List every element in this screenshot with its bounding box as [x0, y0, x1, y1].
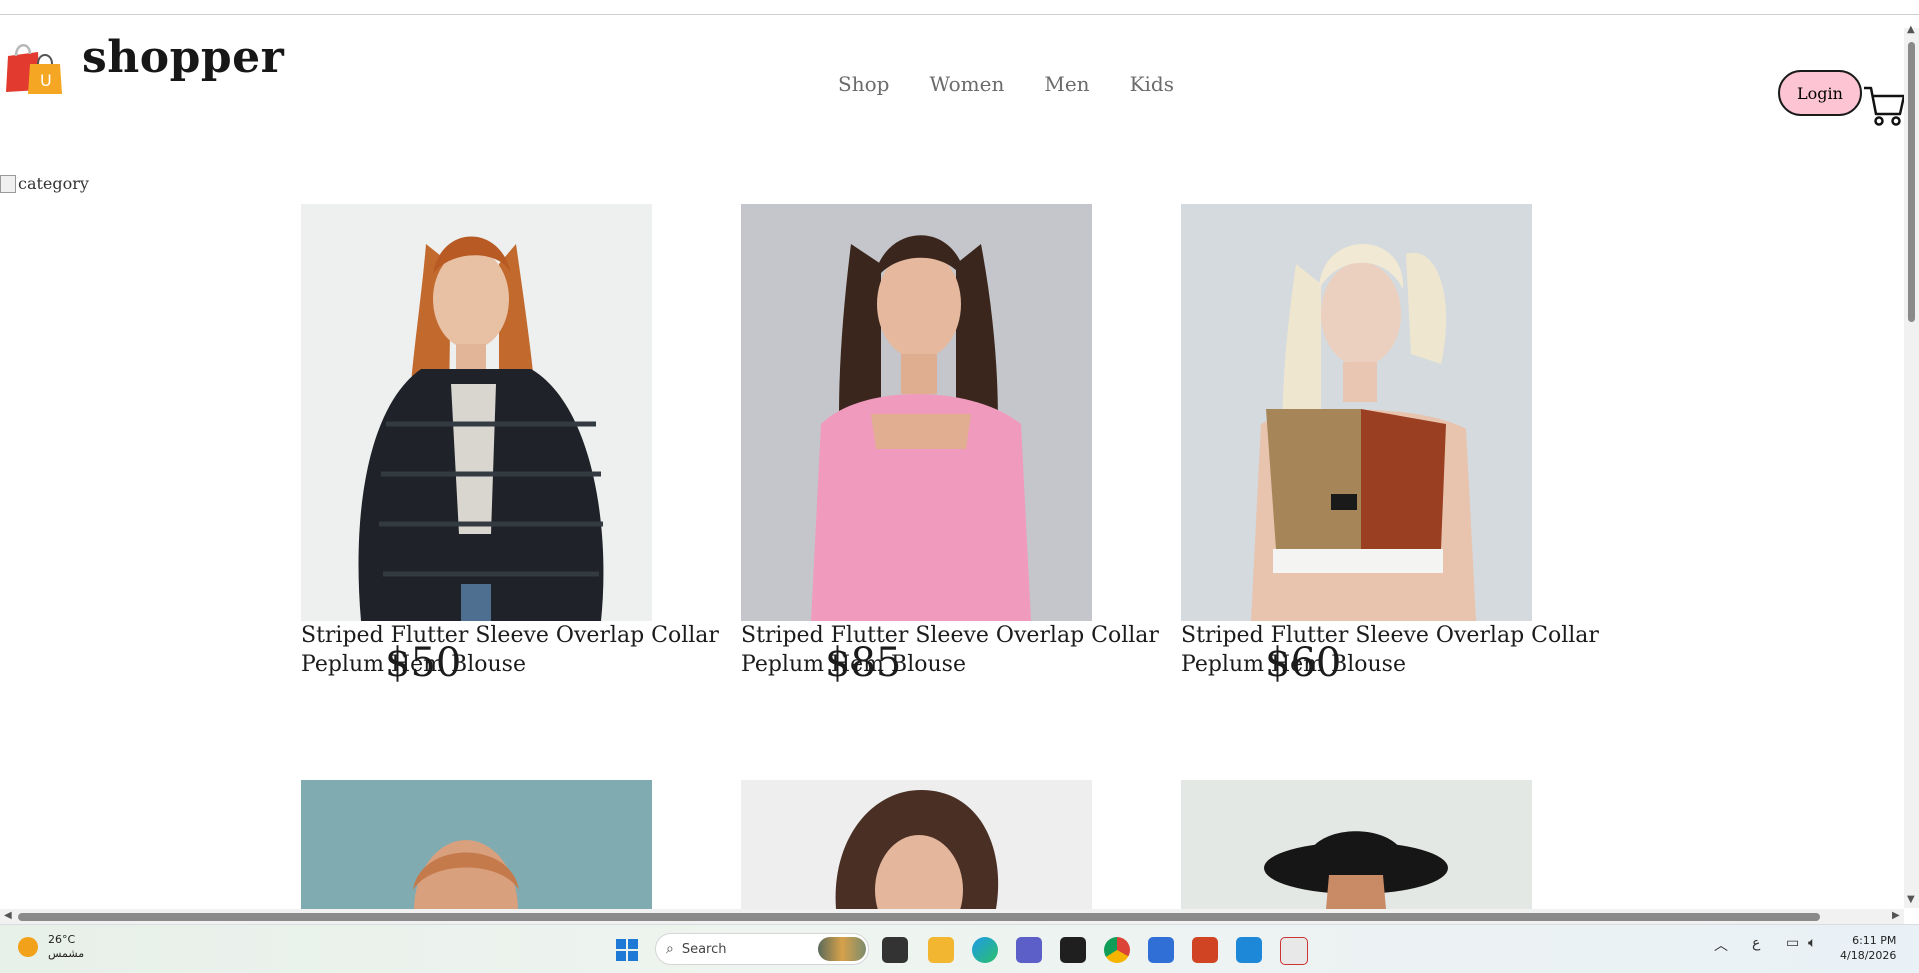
snipping-tool-icon[interactable] — [1280, 937, 1308, 965]
nav-item-shop[interactable]: Shop — [838, 72, 889, 96]
scroll-up-arrow-icon[interactable]: ▲ — [1907, 24, 1915, 35]
product-price: $50 — [385, 640, 462, 686]
taskbar-search[interactable]: ⌕ Search — [655, 933, 869, 965]
vertical-scroll-thumb[interactable] — [1908, 42, 1915, 322]
product-card[interactable]: Striped Flutter Sleeve Overlap Collar Pe… — [301, 204, 721, 686]
teams-icon[interactable] — [1016, 937, 1042, 963]
input-language-indicator[interactable]: ع — [1752, 935, 1760, 951]
scroll-down-arrow-icon[interactable]: ▼ — [1907, 894, 1915, 905]
product-name[interactable]: Striped Flutter Sleeve Overlap Collar Pe… — [1181, 621, 1601, 679]
powerpoint-icon[interactable] — [1192, 937, 1218, 963]
clock-date: 4/18/2026 — [1840, 949, 1897, 962]
product-image[interactable] — [301, 204, 652, 621]
sun-icon — [18, 937, 38, 957]
weather-temperature: 26°C — [48, 933, 76, 946]
show-hidden-icons-chevron-icon[interactable]: ︿ — [1714, 935, 1728, 955]
system-clock[interactable]: 6:11 PM 4/18/2026 — [1840, 933, 1896, 963]
weather-widget[interactable]: 26°C مشمس — [18, 933, 84, 961]
scroll-left-arrow-icon[interactable]: ◀ — [4, 910, 12, 921]
cart-icon[interactable] — [1862, 84, 1906, 128]
model-photo-pink-top — [741, 204, 1092, 621]
model-photo-row2-1 — [301, 780, 652, 909]
product-card[interactable]: Striped Flutter Sleeve Overlap Collar Pe… — [1181, 204, 1601, 686]
horizontal-scroll-thumb[interactable] — [18, 913, 1820, 921]
nav-item-men[interactable]: Men — [1044, 72, 1089, 96]
nav-item-women[interactable]: Women — [929, 72, 1004, 96]
product-card[interactable] — [1181, 780, 1601, 909]
weather-description: مشمس — [48, 947, 85, 960]
vertical-scrollbar[interactable]: ▲ ▼ — [1904, 24, 1919, 908]
category-banner-alt: category — [18, 174, 89, 193]
file-explorer-icon[interactable] — [928, 937, 954, 963]
taskbar-search-label: Search — [681, 941, 727, 957]
product-price: $60 — [1265, 640, 1342, 686]
login-button[interactable]: Login — [1778, 70, 1862, 116]
network-icon[interactable]: ▭ — [1786, 935, 1799, 951]
model-photo-fur-jacket — [301, 204, 652, 621]
main-nav: Shop Women Men Kids — [838, 72, 1174, 96]
nav-item-kids[interactable]: Kids — [1130, 72, 1174, 96]
task-view-icon[interactable] — [882, 937, 908, 963]
product-image[interactable] — [1181, 780, 1532, 909]
windows-start-icon[interactable] — [616, 939, 638, 961]
broken-image-icon — [0, 174, 16, 193]
category-banner-image: category — [0, 174, 89, 193]
product-price: $85 — [825, 640, 902, 686]
volume-icon[interactable]: 🔈︎ — [1808, 935, 1816, 951]
site-logo-text[interactable]: shopper — [82, 32, 284, 83]
product-image[interactable] — [741, 780, 1092, 909]
terminal-icon[interactable] — [1060, 937, 1086, 963]
product-image[interactable] — [1181, 204, 1532, 621]
search-highlight-image — [818, 937, 866, 961]
product-name[interactable]: Striped Flutter Sleeve Overlap Collar Pe… — [301, 621, 721, 679]
model-photo-row2-3 — [1181, 780, 1532, 909]
site-header: U shopper Shop Women Men Kids Login — [0, 14, 1906, 134]
product-image[interactable] — [741, 204, 1092, 621]
clock-time: 6:11 PM — [1852, 934, 1897, 947]
search-icon: ⌕ — [666, 941, 674, 957]
product-card[interactable]: Striped Flutter Sleeve Overlap Collar Pe… — [741, 204, 1161, 686]
product-image[interactable] — [301, 780, 652, 909]
shopping-bag-logo-icon[interactable]: U — [2, 34, 64, 96]
windows-taskbar: 26°C مشمس ⌕ Search ︿ ع ▭ 🔈︎ 6:11 PM 4/18… — [0, 924, 1919, 973]
vscode-icon[interactable] — [1236, 937, 1262, 963]
product-card[interactable] — [301, 780, 721, 909]
model-photo-sport-top — [1181, 204, 1532, 621]
chrome-icon[interactable] — [1104, 937, 1130, 963]
horizontal-scrollbar[interactable]: ◀ ▶ — [0, 909, 1904, 924]
notepad-icon[interactable] — [1148, 937, 1174, 963]
scroll-right-arrow-icon[interactable]: ▶ — [1892, 910, 1900, 921]
browser-top-edge — [0, 0, 1919, 15]
model-photo-row2-2 — [741, 780, 1092, 909]
edge-browser-icon[interactable] — [972, 937, 998, 963]
product-name[interactable]: Striped Flutter Sleeve Overlap Collar Pe… — [741, 621, 1161, 679]
product-card[interactable] — [741, 780, 1161, 909]
logo-letter: U — [40, 71, 52, 90]
